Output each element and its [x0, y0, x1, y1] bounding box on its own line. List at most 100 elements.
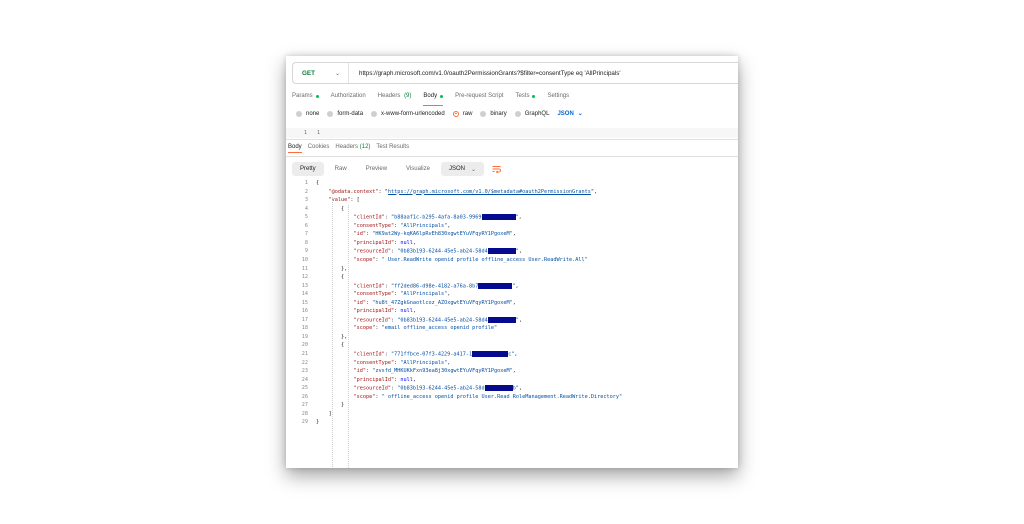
- line-number: 9: [304, 248, 308, 255]
- code-text: "clientId": "771ffbce-07f3-4229-a417-1 c"…: [353, 351, 518, 358]
- tab-label: Headers: [335, 144, 359, 150]
- line-number: 26: [301, 393, 308, 400]
- view-pretty-button[interactable]: Pretty: [292, 162, 324, 176]
- tab-pre-request-script[interactable]: Pre-request Script: [455, 90, 503, 102]
- code-text: {: [316, 180, 320, 186]
- line-number: 7: [304, 231, 308, 238]
- tab-label: Authorization: [330, 93, 366, 99]
- code-text: "value": [: [328, 197, 360, 204]
- tab-response-body[interactable]: Body: [288, 144, 302, 153]
- body-format-dropdown[interactable]: JSON ⌄: [557, 110, 583, 118]
- radio-graphql[interactable]: GraphQL: [514, 110, 549, 117]
- tab-response-cookies[interactable]: Cookies: [308, 144, 330, 150]
- tab-label: Params: [292, 93, 313, 99]
- wrap-lines-icon[interactable]: [490, 162, 504, 176]
- line-number: 25: [301, 385, 308, 392]
- method-selector[interactable]: GET ⌄: [293, 63, 349, 83]
- line-number: 5: [304, 214, 308, 221]
- request-url-bar: GET ⌄ https://graph.microsoft.com/v1.0/o…: [292, 62, 738, 84]
- radio-none[interactable]: none: [296, 110, 320, 117]
- radio-icon: [514, 110, 521, 117]
- radio-icon: [327, 110, 334, 117]
- line-number: 10: [301, 256, 308, 263]
- code-text: "principalId": null,: [353, 376, 416, 383]
- request-tabs: Params Authorization Headers (9) Body Pr…: [292, 90, 581, 106]
- code-text: "consentType": "AllPrincipals",: [353, 291, 451, 298]
- divider: [286, 139, 738, 140]
- radio-raw[interactable]: raw: [452, 110, 473, 117]
- tab-label: Body: [423, 93, 438, 99]
- view-visualize-button[interactable]: Visualize: [398, 162, 438, 176]
- tab-authorization[interactable]: Authorization: [331, 90, 366, 102]
- code-text: "@odata.context": "https://graph.microso…: [328, 188, 598, 195]
- indent-guide: [348, 205, 349, 468]
- line-number: 16: [301, 308, 308, 315]
- tab-tests[interactable]: Tests: [515, 90, 536, 102]
- radio-label: raw: [462, 110, 473, 117]
- code-text: "resourceId": "0b83b193-6244-45e5-ab24-5…: [353, 316, 523, 324]
- radio-label: x-www-form-urlencoded: [381, 110, 445, 117]
- url-input[interactable]: https://graph.microsoft.com/v1.0/oauth2P…: [349, 70, 621, 77]
- code-text: "principalId": null,: [353, 239, 416, 246]
- redaction-block: [487, 316, 516, 323]
- code-text: "consentType": "AllPrincipals",: [353, 359, 451, 366]
- tab-response-headers[interactable]: Headers (12): [335, 144, 370, 150]
- chevron-down-icon: ⌄: [577, 111, 583, 117]
- tab-label: Test Results: [376, 144, 410, 150]
- response-tabs: Body Cookies Headers (12) Test Results: [288, 144, 415, 153]
- line-number: 21: [301, 351, 308, 357]
- code-text: "principalId": null,: [353, 308, 416, 315]
- redaction-block: [487, 248, 516, 255]
- code-text: {: [316, 205, 345, 212]
- radio-selected-icon: [452, 110, 459, 117]
- line-number: 2: [304, 188, 308, 195]
- tab-headers[interactable]: Headers (9): [378, 90, 412, 102]
- code-text: "consentType": "AllPrincipals",: [353, 222, 451, 229]
- tab-label: Body: [288, 144, 302, 150]
- view-raw-button[interactable]: Raw: [327, 162, 355, 176]
- radio-icon: [371, 110, 378, 117]
- tab-count: (9): [404, 93, 412, 99]
- request-body-editor[interactable]: 1 1: [286, 128, 738, 138]
- line-number: 12: [301, 274, 308, 281]
- code-text: "id": "zvsfd_MHKUKkFxn93ea8j30xgwtEYuVFq…: [353, 368, 516, 375]
- code-text: "resourceId": "0b83b193-6244-45e5-ab24-5…: [353, 385, 523, 392]
- code-text: }: [316, 402, 345, 409]
- body-format-label: JSON: [557, 110, 574, 117]
- line-number: 27: [301, 402, 308, 409]
- tab-label: Tests: [515, 93, 530, 99]
- code-text: {: [316, 342, 345, 349]
- indent-guide: [332, 197, 333, 468]
- line-number: 3: [304, 197, 308, 204]
- status-dot-icon: [532, 94, 536, 98]
- radio-x-www-form-urlencoded[interactable]: x-www-form-urlencoded: [371, 110, 445, 117]
- radio-binary[interactable]: binary: [480, 110, 507, 117]
- tab-settings[interactable]: Settings: [547, 90, 569, 102]
- line-number: 29: [301, 419, 308, 426]
- tab-params[interactable]: Params: [292, 90, 319, 102]
- redaction-block: [478, 282, 513, 289]
- response-view-bar: Pretty Raw Preview Visualize JSON ⌄: [292, 162, 504, 176]
- line-number: 14: [301, 291, 308, 298]
- tab-test-results[interactable]: Test Results: [376, 144, 409, 150]
- code-text: "id": "hu8t_47ZgkGnaotlcoz_AZOxgwtEYuVFq…: [353, 299, 516, 306]
- radio-form-data[interactable]: form-data: [327, 110, 363, 117]
- radio-icon: [480, 110, 487, 117]
- code-text: "clientId": "ff2ded86-d98e-4182-a76a-8b7…: [353, 282, 519, 290]
- view-preview-button[interactable]: Preview: [358, 162, 395, 176]
- radio-label: binary: [490, 110, 507, 117]
- tab-body[interactable]: Body: [423, 90, 444, 106]
- line-number: 1: [304, 180, 308, 186]
- code-text: "clientId": "b88aaf1c-b295-4afa-8a03-996…: [353, 214, 522, 221]
- tab-label: Pre-request Script: [455, 93, 504, 99]
- divider: [286, 156, 738, 157]
- line-number: 28: [301, 410, 308, 417]
- line-number: 19: [301, 333, 308, 340]
- line-number: 17: [301, 316, 308, 323]
- radio-label: none: [306, 110, 320, 117]
- code-text: }: [316, 419, 320, 426]
- tab-label: Cookies: [307, 144, 330, 150]
- response-format-dropdown[interactable]: JSON ⌄: [440, 162, 484, 176]
- redaction-block: [484, 385, 513, 392]
- line-number: 15: [301, 299, 308, 306]
